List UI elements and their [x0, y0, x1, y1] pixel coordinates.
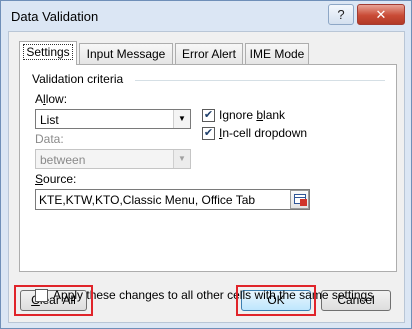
ignore-blank-checkbox[interactable]: ✔	[202, 109, 215, 122]
range-selector-icon[interactable]	[290, 190, 309, 209]
tab-settings-label: Settings	[23, 44, 73, 60]
data-dropdown: between ▼	[35, 149, 191, 169]
chevron-down-icon: ▼	[173, 150, 190, 168]
help-icon[interactable]: ?	[328, 4, 354, 25]
source-value: KTE,KTW,KTO,Classic Menu, Office Tab	[39, 193, 256, 207]
data-value: between	[40, 153, 86, 167]
tab-settings[interactable]: Settings	[19, 41, 77, 65]
in-cell-dropdown-label[interactable]: In-cell dropdown	[219, 126, 307, 140]
dialog-title: Data Validation	[11, 9, 99, 24]
title-bar: Data Validation ? ✕	[1, 1, 411, 31]
allow-value: List	[40, 113, 59, 127]
data-validation-dialog: Data Validation ? ✕ Settings Input Messa…	[0, 0, 412, 329]
apply-all-checkbox[interactable]	[35, 289, 48, 302]
in-cell-dropdown-checkbox[interactable]: ✔	[202, 127, 215, 140]
ignore-blank-label[interactable]: Ignore blank	[219, 108, 285, 122]
apply-all-label[interactable]: Apply these changes to all other cells w…	[53, 288, 373, 302]
close-icon[interactable]: ✕	[357, 4, 405, 25]
tab-error-alert[interactable]: Error Alert	[175, 43, 243, 64]
tab-input-message[interactable]: Input Message	[79, 43, 173, 64]
source-label: Source:	[35, 172, 77, 186]
data-label: Data:	[35, 132, 64, 146]
dialog-body: Settings Input Message Error Alert IME M…	[8, 31, 405, 323]
group-divider	[135, 80, 385, 81]
source-input[interactable]: KTE,KTW,KTO,Classic Menu, Office Tab	[35, 189, 310, 210]
settings-panel: Validation criteria Allow: List ▼ Data: …	[19, 64, 397, 302]
allow-label: Allow:	[35, 92, 68, 106]
chevron-down-icon[interactable]: ▼	[173, 110, 190, 128]
validation-criteria-heading: Validation criteria	[32, 72, 124, 86]
allow-dropdown[interactable]: List ▼	[35, 109, 191, 129]
tab-ime-mode[interactable]: IME Mode	[245, 43, 309, 64]
